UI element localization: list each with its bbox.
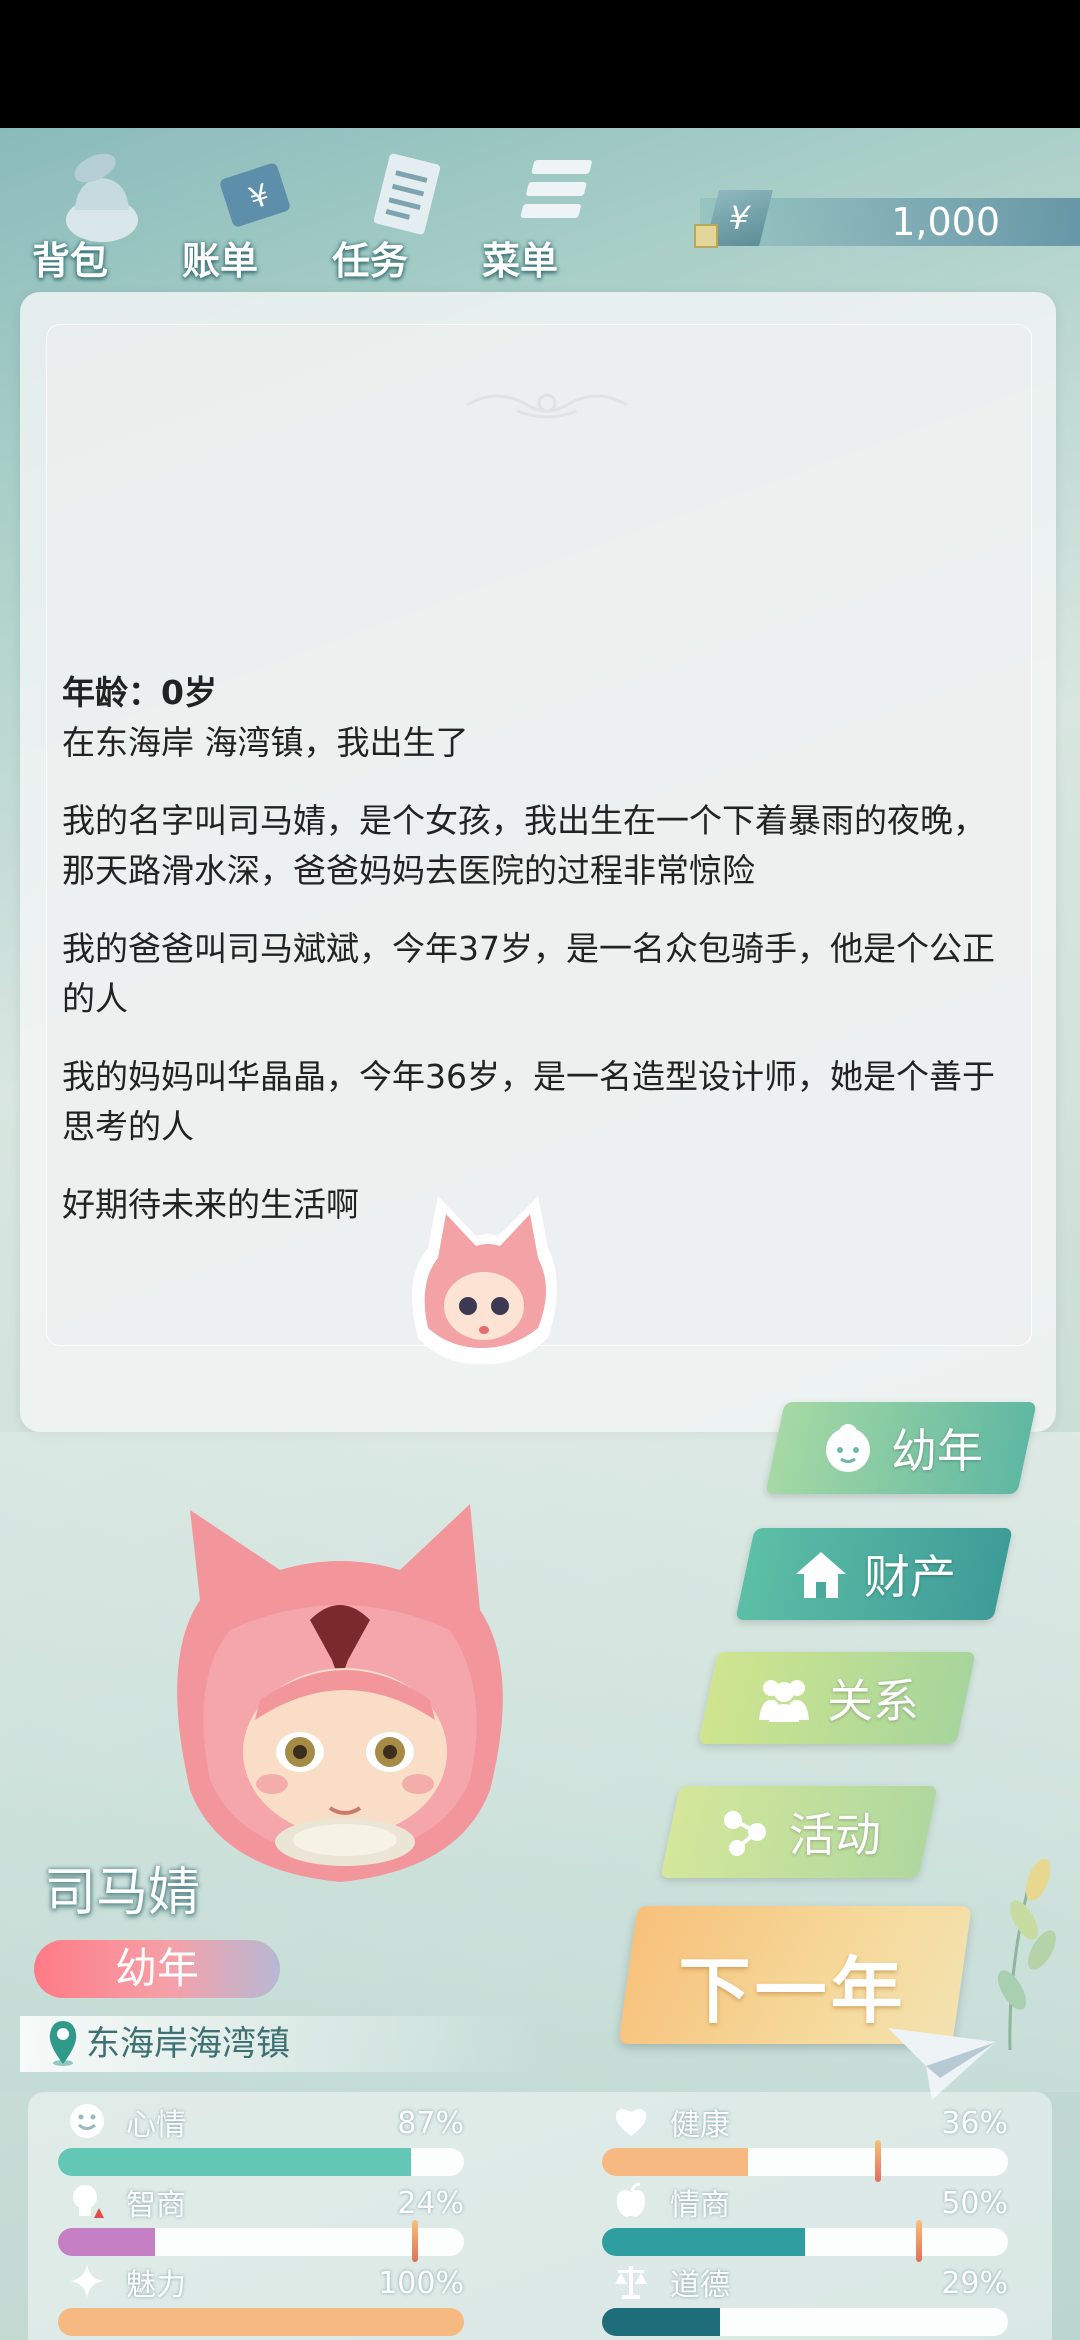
stat-marker [875,2140,882,2182]
stat-track [58,2308,464,2336]
activities-label: 活动 [789,1808,881,1862]
youth-button[interactable]: 幼年 [765,1402,1037,1494]
heart-icon [615,2108,647,2136]
stat-mood: 心情 87% [28,2102,464,2176]
stat-label: 健康 [670,2108,730,2143]
sparkle-icon [70,2264,104,2298]
stat-iq: 智商 24% [28,2182,464,2262]
stat-value: 87% [397,2106,464,2141]
youth-label: 幼年 [891,1424,983,1478]
stat-fill [602,2148,749,2176]
stat-value: 29% [941,2266,1008,2301]
money-value: 1,000 [891,200,1000,244]
location-text: 东海岸海湾镇 [86,2024,290,2064]
bag-button[interactable]: 背包 [32,150,162,283]
paper-plane-icon [888,2028,996,2100]
stat-label: 情商 [670,2188,730,2223]
apple-icon [616,2182,646,2217]
baby-face-icon [826,1424,870,1472]
stat-morals: 道德 29% [572,2262,1008,2336]
stats-panel: 心情 87% 健康 36% 智商 24% 情商 50% 魅力 100% 道德 2… [28,2092,1052,2340]
activities-button[interactable]: 活动 [660,1786,938,1878]
baby-sticker-icon [411,1196,557,1365]
story-paragraph: 我的妈妈叫华晶晶，今年36岁，是一名造型设计师，她是个善于思考的人 [62,1057,995,1146]
age-line: 年龄：0岁 [62,673,217,712]
stat-fill [602,2228,805,2256]
stat-value: 24% [397,2186,464,2221]
stat-value: 36% [941,2106,1008,2141]
stat-marker [915,2220,922,2262]
bill-button[interactable]: ¥ 账单 [182,150,312,283]
status-bar [0,0,1080,128]
stat-value: 100% [378,2266,464,2301]
stat-fill [58,2228,156,2256]
location-pin-icon [49,2021,77,2066]
assets-button[interactable]: 财产 [735,1528,1013,1620]
relations-label: 关系 [827,1674,919,1728]
bill-label: 账单 [182,239,259,283]
stat-track [602,2228,1008,2256]
stat-track [602,2308,1008,2336]
character-name: 司马婧 [44,1863,201,1923]
people-icon [759,1680,809,1722]
tasks-label: 任务 [332,239,409,283]
story-paragraph: 我的名字叫司马婧，是个女孩，我出生在一个下着暴雨的夜晚，那天路滑水深，爸爸妈妈去… [62,801,986,890]
activity-nodes-icon [724,1811,766,1856]
stat-label: 魅力 [126,2268,186,2303]
stat-track [602,2148,1008,2176]
assets-label: 财产 [864,1550,956,1604]
stat-eq: 情商 50% [572,2182,1008,2262]
stat-fill [58,2148,412,2176]
stat-charm: 魅力 100% [28,2262,464,2336]
stat-health: 健康 36% [572,2102,1008,2182]
stat-label: 智商 [126,2188,186,2223]
relations-button[interactable]: 关系 [698,1652,976,1744]
ornament-icon [466,393,628,419]
stat-fill [58,2308,464,2336]
story-paragraph: 我的爸爸叫司马斌斌，今年37岁，是一名众包骑手，他是个公正的人 [62,929,995,1018]
tasks-button[interactable]: 任务 [332,150,462,283]
next-year-label: 下一年 [678,1949,907,2033]
born-line: 在东海岸 海湾镇，我出生了 [62,723,469,762]
stat-value: 50% [941,2186,1008,2221]
stat-label: 心情 [126,2108,186,2143]
stat-track [58,2228,464,2256]
lightbulb-warning-icon [73,2185,104,2218]
menu-button[interactable]: 菜单 [482,150,612,283]
menu-label: 菜单 [482,239,559,283]
stat-fill [602,2308,720,2336]
stat-track [58,2148,464,2176]
bag-label: 背包 [32,239,109,283]
coin-icon [694,224,718,248]
smile-icon [70,2104,104,2138]
scale-icon [615,2266,647,2299]
house-icon [796,1552,846,1598]
stat-marker [412,2220,419,2262]
life-stage-badge: 幼年 [34,1940,280,1998]
stat-label: 道德 [670,2268,730,2303]
character-avatar[interactable] [160,1490,520,1920]
story-text: 年龄：0岁 在东海岸 海湾镇，我出生了 我的名字叫司马婧，是个女孩，我出生在一个… [62,668,1002,1258]
